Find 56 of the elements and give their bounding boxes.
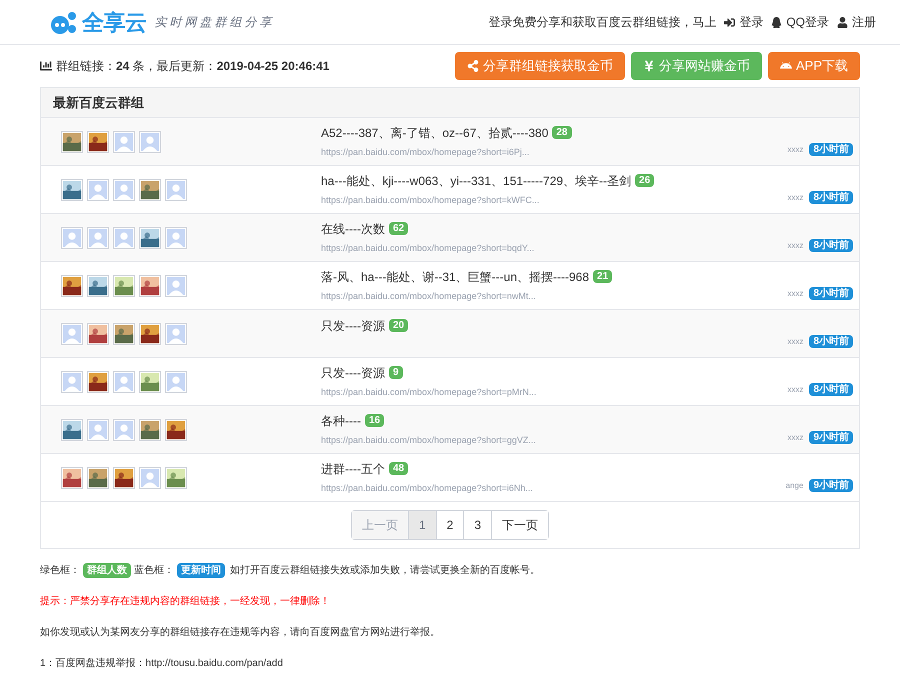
header-link[interactable]: 注册 [837, 13, 876, 31]
user-icon [837, 16, 848, 28]
author-name: xxxz [787, 192, 804, 204]
author-name: xxxz [787, 144, 804, 156]
legend-note: 如打开百度云群组链接失效或添加失败，请尝试更换全新的百度帐号。 [230, 564, 540, 578]
time-badge: 8小时前 [809, 335, 853, 348]
header-link[interactable]: QQ登录 [771, 13, 829, 31]
legend-label: 蓝色框： [134, 564, 174, 578]
yen-icon [642, 60, 655, 72]
page-button[interactable]: 1 [408, 511, 436, 539]
group-title[interactable]: 只发----资源 [321, 364, 385, 382]
author-name: xxxz [787, 336, 804, 348]
header-link[interactable]: 登录 [724, 13, 764, 31]
member-count-badge: 16 [364, 414, 384, 428]
group-title[interactable]: 只发----资源 [321, 316, 385, 334]
login-prompt: 登录免费分享和获取百度云群组链接，马上 [488, 14, 716, 31]
members-legend-badge: 群组人数 [83, 563, 131, 578]
warning-text: 提示：严禁分享存在违规内容的群组链接，一经发现，一律删除！ [40, 594, 331, 609]
bar-chart-icon [40, 60, 52, 72]
member-count-badge: 48 [388, 462, 408, 476]
legend-label: 绿色框： [40, 564, 80, 578]
time-badge: 9小时前 [809, 479, 853, 492]
member-count-badge: 21 [593, 270, 612, 284]
group-stats: 群组链接：24 条，最后更新：2019-04-25 20:46:41 [56, 58, 330, 75]
author-name: xxxz [787, 432, 804, 444]
author-name: ange [786, 480, 804, 492]
time-badge: 8小时前 [809, 383, 853, 396]
member-count-badge: 28 [552, 126, 572, 140]
time-badge: 9小时前 [809, 431, 853, 444]
login-icon [724, 16, 736, 28]
author-name: xxxz [787, 240, 804, 252]
group-title[interactable]: A52----387、离-了错、oz--67、拾贰----380 [321, 124, 548, 142]
group-title[interactable]: 各种---- [321, 412, 361, 430]
time-badge: 8小时前 [809, 143, 853, 156]
author-name: xxxz [787, 384, 804, 396]
member-count-badge: 20 [388, 319, 408, 332]
time-badge: 8小时前 [809, 287, 853, 300]
member-count-badge: 9 [388, 366, 403, 380]
member-count-badge: 26 [635, 174, 654, 188]
report-note: 如你发现或认为某网友分享的群组链接存在违规等内容，请向百度网盘官方网站进行举报。 [40, 626, 441, 640]
time-badge: 8小时前 [809, 191, 853, 204]
share-icon [466, 60, 479, 72]
member-count-badge: 62 [388, 222, 408, 236]
report-link[interactable]: 1：百度网盘违规举报：http://tousu.baidu.com/pan/add [40, 656, 860, 671]
time-badge: 8小时前 [809, 239, 853, 252]
penguin-icon [771, 16, 782, 28]
panel-title: 最新百度云群组 [53, 94, 144, 112]
cloud-people-icon [50, 10, 78, 34]
group-title[interactable]: 在线----次数 [321, 220, 385, 238]
author-name: xxxz [787, 288, 804, 300]
group-title[interactable]: 落-风、ha---能处、谢--31、巨蟹---un、摇摆----968 [321, 268, 590, 286]
group-title[interactable]: 进群----五个 [321, 460, 385, 478]
page-button[interactable]: 下一页 [491, 511, 548, 539]
group-title[interactable]: ha---能处、kji----w063、yi---331、151-----729、埃辛--圣剑 [321, 172, 632, 190]
tagline: 实时网盘群组分享 [154, 14, 274, 31]
time-legend-badge: 更新时间 [177, 563, 225, 578]
